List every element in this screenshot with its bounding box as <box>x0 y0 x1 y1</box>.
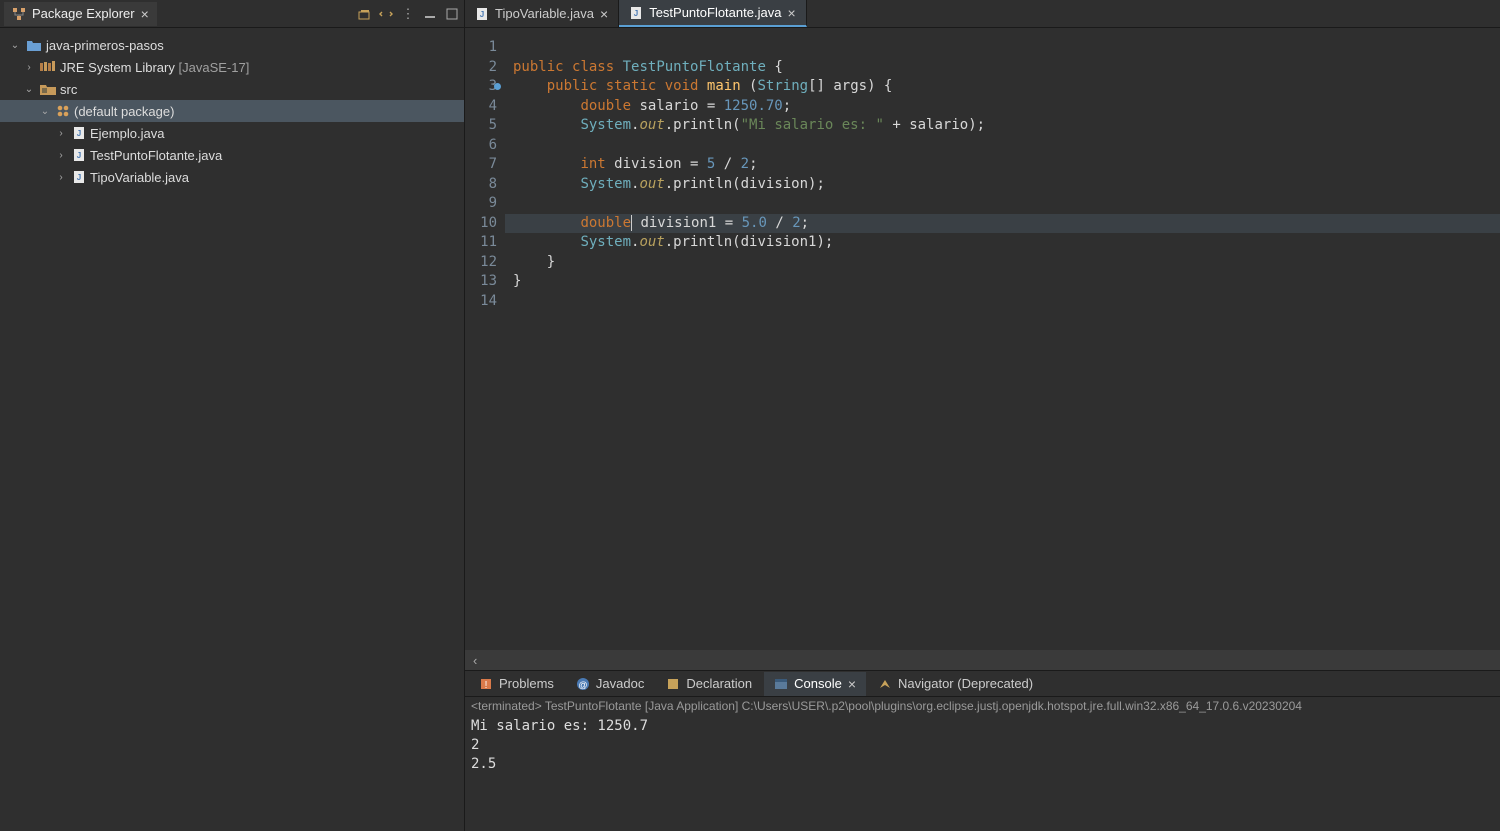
svg-text:J: J <box>634 9 638 18</box>
tab-label: Navigator (Deprecated) <box>898 676 1033 691</box>
bottom-panel: ! Problems @ Javadoc Declaration Console × Navi… <box>465 670 1500 831</box>
java-file-node[interactable]: › J TipoVariable.java <box>0 166 464 188</box>
src-folder-icon <box>40 83 56 95</box>
tab-label: Javadoc <box>596 676 644 691</box>
view-menu-icon[interactable]: ⋮ <box>400 6 416 22</box>
tab-icon <box>774 677 788 691</box>
console-line: 2 <box>471 736 1494 755</box>
chevron-down-icon[interactable]: ⌄ <box>22 84 36 95</box>
tab-label: Problems <box>499 676 554 691</box>
console-header: <terminated> TestPuntoFlotante [Java App… <box>465 697 1500 715</box>
scroll-left-icon[interactable]: ‹ <box>473 653 489 668</box>
minimize-icon[interactable] <box>422 6 438 22</box>
close-icon[interactable]: × <box>848 676 856 692</box>
tab-icon: @ <box>576 677 590 691</box>
java-file-icon: J <box>475 7 489 21</box>
console-output[interactable]: Mi salario es: 1250.722.5 <box>465 715 1500 831</box>
editor-tab-bar: J TipoVariable.java ×J TestPuntoFlotante… <box>465 0 1500 28</box>
tab-label: Declaration <box>686 676 752 691</box>
package-label: (default package) <box>74 104 174 119</box>
tab-label: TestPuntoFlotante.java <box>649 5 781 20</box>
tab-icon <box>878 677 892 691</box>
panel-toolbar: ⋮ <box>356 6 460 22</box>
package-explorer-panel: Package Explorer × ⋮ ⌄ java-primeros-pas… <box>0 0 465 831</box>
java-file-icon: J <box>72 170 86 184</box>
tab-icon: ! <box>479 677 493 691</box>
svg-text:J: J <box>480 10 484 19</box>
package-icon <box>56 104 70 118</box>
console-line: Mi salario es: 1250.7 <box>471 717 1494 736</box>
project-icon <box>26 38 42 52</box>
bottom-tab[interactable]: ! Problems <box>469 672 564 695</box>
bottom-tab[interactable]: @ Javadoc <box>566 672 654 695</box>
console-line: 2.5 <box>471 755 1494 774</box>
bottom-tab[interactable]: Console × <box>764 672 866 696</box>
tree-icon <box>12 7 26 21</box>
tab-label: TipoVariable.java <box>495 6 594 21</box>
chevron-right-icon[interactable]: › <box>54 128 68 139</box>
svg-text:J: J <box>77 151 81 160</box>
bottom-tab[interactable]: Declaration <box>656 672 762 695</box>
chevron-right-icon[interactable]: › <box>54 172 68 183</box>
java-file-icon: J <box>72 126 86 140</box>
java-file-icon: J <box>72 148 86 162</box>
close-icon[interactable]: × <box>787 5 795 21</box>
close-icon[interactable]: × <box>600 6 608 22</box>
project-tree[interactable]: ⌄ java-primeros-pasos › JRE System Libra… <box>0 28 464 194</box>
file-label: TestPuntoFlotante.java <box>90 148 222 163</box>
tab-icon <box>666 677 680 691</box>
java-file-node[interactable]: › J Ejemplo.java <box>0 122 464 144</box>
jre-node[interactable]: › JRE System Library [JavaSE-17] <box>0 56 464 78</box>
editor-tab[interactable]: J TipoVariable.java × <box>465 0 619 27</box>
project-label: java-primeros-pasos <box>46 38 164 53</box>
bottom-tab[interactable]: Navigator (Deprecated) <box>868 672 1043 695</box>
src-label: src <box>60 82 77 97</box>
chevron-down-icon[interactable]: ⌄ <box>38 106 52 117</box>
tab-label: Console <box>794 676 842 691</box>
jre-label: JRE System Library [JavaSE-17] <box>60 60 249 75</box>
src-folder-node[interactable]: ⌄ src <box>0 78 464 100</box>
panel-title: Package Explorer <box>32 6 135 21</box>
main-area: J TipoVariable.java ×J TestPuntoFlotante… <box>465 0 1500 831</box>
code-editor[interactable]: 1234567891011121314 public class TestPun… <box>465 28 1500 650</box>
package-explorer-tab[interactable]: Package Explorer × <box>4 2 157 26</box>
file-label: TipoVariable.java <box>90 170 189 185</box>
java-file-node[interactable]: › J TestPuntoFlotante.java <box>0 144 464 166</box>
close-icon[interactable]: × <box>141 6 149 22</box>
svg-text:@: @ <box>578 680 587 690</box>
bottom-tab-bar: ! Problems @ Javadoc Declaration Console × Navi… <box>465 671 1500 697</box>
java-file-icon: J <box>629 6 643 20</box>
panel-title-bar: Package Explorer × ⋮ <box>0 0 464 28</box>
maximize-icon[interactable] <box>444 6 460 22</box>
chevron-right-icon[interactable]: › <box>54 150 68 161</box>
chevron-down-icon[interactable]: ⌄ <box>8 40 22 51</box>
horizontal-scrollbar[interactable]: ‹ <box>465 650 1500 670</box>
file-label: Ejemplo.java <box>90 126 164 141</box>
link-editor-icon[interactable] <box>378 6 394 22</box>
chevron-right-icon[interactable]: › <box>22 62 36 73</box>
svg-text:!: ! <box>485 680 488 691</box>
editor-tab[interactable]: J TestPuntoFlotante.java × <box>619 0 806 27</box>
library-icon <box>40 61 56 73</box>
svg-text:J: J <box>77 173 81 182</box>
package-node[interactable]: ⌄ (default package) <box>0 100 464 122</box>
collapse-all-icon[interactable] <box>356 6 372 22</box>
svg-text:J: J <box>77 129 81 138</box>
project-node[interactable]: ⌄ java-primeros-pasos <box>0 34 464 56</box>
line-number-gutter: 1234567891011121314 <box>465 28 505 650</box>
code-content[interactable]: public class TestPuntoFlotante { public … <box>505 28 1500 650</box>
